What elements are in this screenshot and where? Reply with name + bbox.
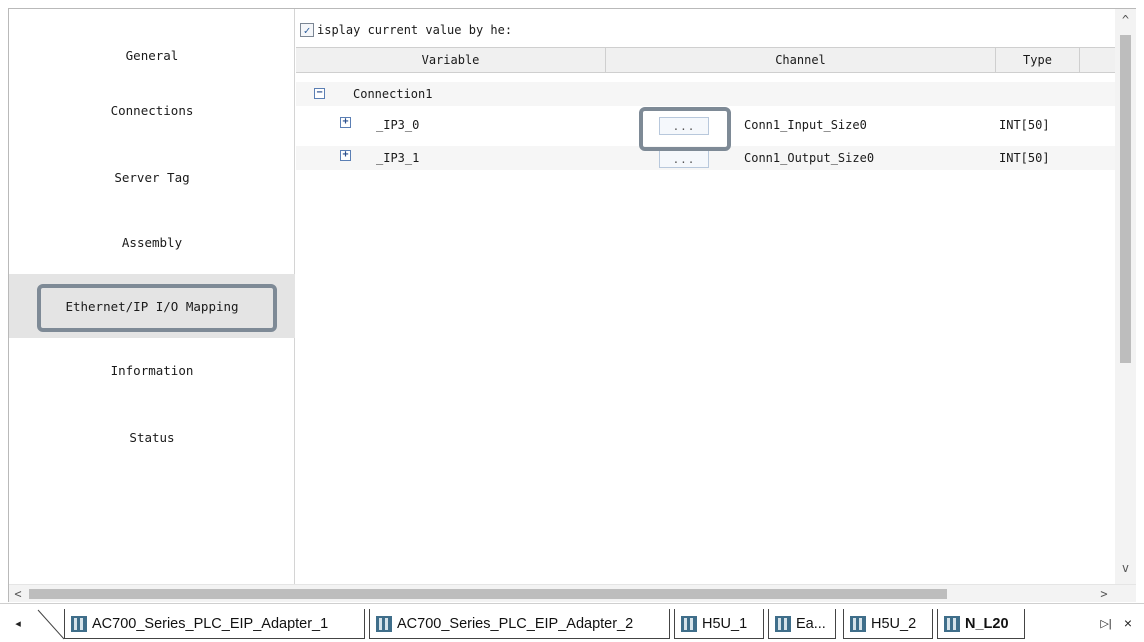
sidebar-item-label: Assembly: [121, 234, 183, 250]
expand-icon[interactable]: +: [340, 117, 351, 128]
column-header-label: Variable: [421, 53, 480, 67]
table-row[interactable]: + _IP3_0 ... Conn1_Input_Size0 INT[50]: [296, 113, 1115, 137]
tab-label: Ea...: [796, 615, 826, 632]
channel-browse-button[interactable]: ...: [659, 117, 709, 135]
group-label: Connection1: [353, 87, 433, 101]
scroll-up-icon[interactable]: ^: [1115, 11, 1136, 29]
tab-ac700-adapter-1[interactable]: AC700_Series_PLC_EIP_Adapter_1: [64, 609, 365, 639]
tab-label: AC700_Series_PLC_EIP_Adapter_1: [92, 615, 329, 632]
vertical-scroll-thumb[interactable]: [1120, 35, 1131, 363]
channel-browse-button[interactable]: ...: [659, 150, 709, 168]
document-tab-bar: ◂ AC700_Series_PLC_EIP_Adapter_1 AC700_S…: [0, 603, 1144, 642]
variable-cell: _IP3_1: [376, 151, 420, 165]
column-header-channel[interactable]: Channel: [606, 48, 996, 72]
tab-label: N_L20: [965, 615, 1009, 632]
table-row[interactable]: + _IP3_1 ... Conn1_Output_Size0 INT[50]: [296, 146, 1115, 170]
tab-next-icon[interactable]: ▷|: [1094, 612, 1118, 634]
mapping-window: General Connections Server Tag Assembly …: [8, 8, 1136, 602]
device-icon: [376, 615, 392, 632]
tab-label: AC700_Series_PLC_EIP_Adapter_2: [397, 615, 634, 632]
hex-display-option[interactable]: isplay current value by he:: [300, 20, 512, 40]
tab-n-l20[interactable]: N_L20: [937, 609, 1025, 639]
tab-h5u-2[interactable]: H5U_2: [843, 609, 933, 639]
column-header-label: Channel: [775, 53, 826, 67]
sidebar-item-label: Server Tag: [114, 169, 190, 185]
device-icon: [71, 615, 87, 632]
sidebar-item-label: Status: [129, 429, 175, 445]
tab-prev-icon[interactable]: ◂: [10, 612, 26, 634]
sidebar-item-status[interactable]: Status: [9, 405, 295, 469]
scroll-right-icon[interactable]: >: [1095, 585, 1113, 603]
sidebar-item-label: Ethernet/IP I/O Mapping: [65, 298, 239, 314]
collapse-icon[interactable]: −: [314, 88, 325, 99]
type-cell: INT[50]: [999, 118, 1050, 132]
sidebar-item-label: General: [125, 47, 179, 63]
tab-ea[interactable]: Ea...: [768, 609, 836, 639]
device-icon: [681, 615, 697, 632]
scroll-down-icon[interactable]: v: [1115, 559, 1136, 577]
column-header-variable[interactable]: Variable: [296, 48, 606, 72]
grid-header: Variable Channel Type: [296, 47, 1115, 73]
sidebar-item-label: Information: [110, 362, 194, 378]
tab-label: H5U_2: [871, 615, 917, 632]
hex-display-label: isplay current value by he:: [317, 23, 513, 37]
sidebar-item-server-tag[interactable]: Server Tag: [9, 145, 295, 209]
variable-cell: _IP3_0: [376, 118, 420, 132]
column-header-label: Type: [1023, 53, 1052, 67]
sidebar-item-information[interactable]: Information: [9, 338, 295, 402]
horizontal-scrollbar[interactable]: < >: [9, 584, 1136, 602]
channel-cell: Conn1_Output_Size0: [744, 151, 875, 165]
expand-icon[interactable]: +: [340, 150, 351, 161]
device-icon: [850, 615, 866, 632]
tab-close-icon[interactable]: ×: [1120, 612, 1136, 634]
group-row-connection1[interactable]: − Connection1: [296, 82, 1115, 106]
settings-sidebar: General Connections Server Tag Assembly …: [9, 9, 295, 584]
scroll-left-icon[interactable]: <: [9, 585, 27, 603]
device-icon: [944, 615, 960, 632]
tab-edge-decoration: [37, 609, 65, 640]
sidebar-item-assembly[interactable]: Assembly: [9, 210, 295, 274]
sidebar-item-label: Connections: [110, 102, 194, 118]
tab-h5u-1[interactable]: H5U_1: [674, 609, 764, 639]
channel-cell: Conn1_Input_Size0: [744, 118, 867, 132]
vertical-scrollbar[interactable]: ^ v: [1115, 9, 1136, 584]
sidebar-item-connections[interactable]: Connections: [9, 78, 295, 142]
tab-ac700-adapter-2[interactable]: AC700_Series_PLC_EIP_Adapter_2: [369, 609, 670, 639]
type-cell: INT[50]: [999, 151, 1050, 165]
hex-display-checkbox[interactable]: [300, 23, 314, 37]
tab-label: H5U_1: [702, 615, 748, 632]
io-mapping-panel: isplay current value by he: Variable Cha…: [296, 9, 1115, 584]
horizontal-scroll-thumb[interactable]: [29, 589, 947, 599]
sidebar-item-ethernet-ip-io-mapping[interactable]: Ethernet/IP I/O Mapping: [9, 274, 295, 338]
column-header-type[interactable]: Type: [996, 48, 1080, 72]
device-icon: [775, 615, 791, 632]
